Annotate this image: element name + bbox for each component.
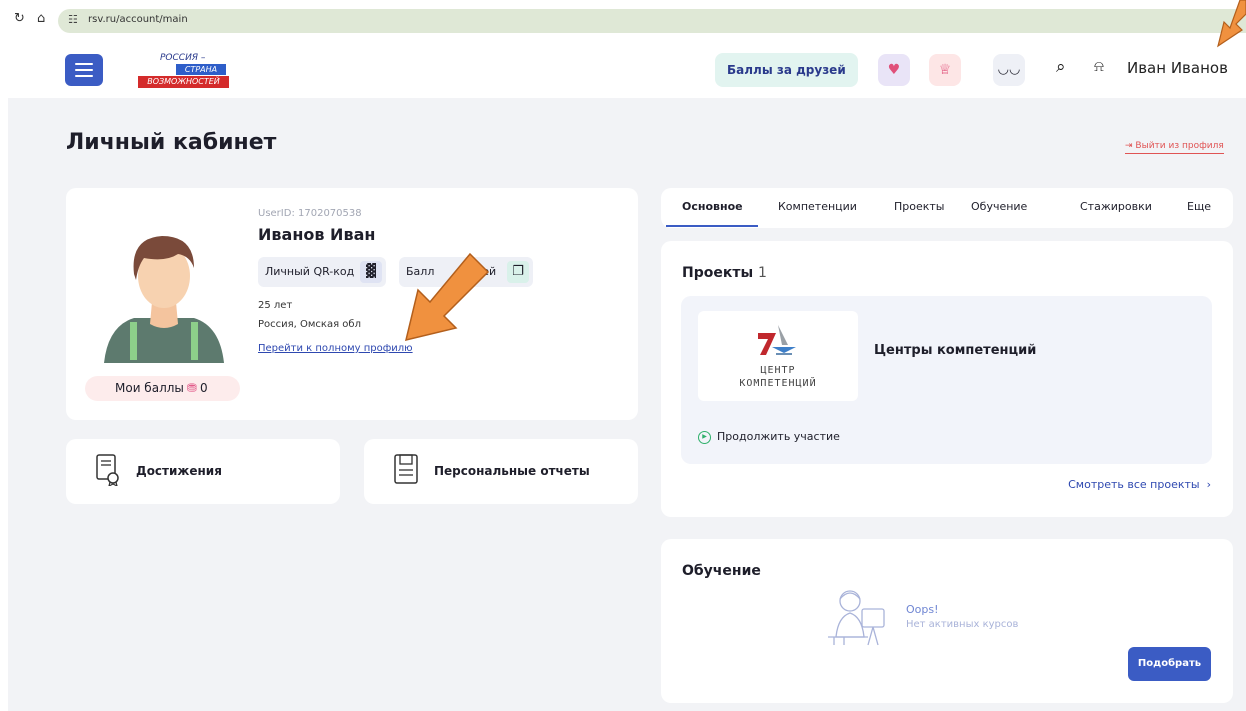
profile-name: Иванов Иван [258, 225, 376, 244]
bell-icon[interactable]: ⍾ [1094, 57, 1104, 75]
projects-heading: Проекты 1 [682, 265, 767, 281]
qr-label: Личный QR-код [265, 265, 355, 278]
personal-reports-card[interactable]: Персональные отчеты [364, 439, 638, 504]
site-settings-icon[interactable]: ☷ [68, 13, 78, 26]
play-icon: ▶ [698, 430, 711, 444]
tab-more[interactable]: Еще [1187, 200, 1211, 213]
projects-title: Проекты [682, 265, 754, 281]
active-tab-indicator [666, 225, 758, 227]
friends-points-button[interactable]: Баллы за друзей⛃ [715, 53, 858, 112]
my-points-label: Мои баллы [115, 381, 184, 395]
projects-count: 1 [758, 265, 767, 281]
continue-participation-button[interactable]: ▶ Продолжить участие [698, 430, 840, 444]
glasses-icon[interactable]: ◡◡ [993, 54, 1025, 86]
search-icon[interactable]: ⌕ [1056, 57, 1066, 77]
annotation-arrow-corner-icon [1217, 0, 1246, 48]
tab-competencies[interactable]: Компетенции [778, 200, 857, 213]
url-text[interactable]: rsv.ru/account/main [88, 14, 188, 25]
tab-education[interactable]: Обучение [971, 200, 1027, 213]
project-item[interactable]: ЦЕНТР КОМПЕТЕНЦИЙ Центры компетенций ▶ Пр… [681, 296, 1212, 464]
my-points-badge[interactable]: Мои баллы ⛃ 0 [85, 376, 240, 401]
user-id: UserID: 1702070538 [258, 208, 362, 219]
logout-link[interactable]: ⇥ Выйти из профиля [1125, 141, 1224, 154]
projects-card: Проекты 1 ЦЕНТР КОМПЕТЕНЦИЙ Центры компе… [661, 241, 1233, 517]
logout-icon: ⇥ [1125, 141, 1133, 151]
see-all-projects-link[interactable]: Смотреть все проекты › [1068, 478, 1211, 491]
project-logo-line-1: ЦЕНТР [760, 365, 796, 376]
handshake-heart-icon[interactable]: ♥ [878, 54, 910, 86]
tab-projects[interactable]: Проекты [894, 200, 945, 213]
empty-state-title: Oops! [906, 603, 939, 616]
chevron-right-icon: › [1203, 478, 1211, 491]
page-title: Личный кабинет [66, 130, 277, 155]
competence-center-logo-icon [758, 325, 796, 355]
address-bar[interactable]: ☷ rsv.ru/account/main [58, 9, 1246, 33]
empty-state-text: Нет активных курсов [906, 619, 1019, 630]
report-document-icon [394, 454, 418, 484]
site-logo[interactable]: РОССИЯ – СТРАНА ВОЗМОЖНОСТЕЙ [138, 53, 230, 89]
header-user-name[interactable]: Иван Иванов [1127, 59, 1228, 77]
home-icon[interactable]: ⌂ [37, 11, 45, 27]
reload-icon[interactable]: ↻ [14, 11, 25, 27]
profile-tabs: Основное Компетенции Проекты Обучение Ст… [661, 188, 1233, 228]
project-logo-line-2: КОМПЕТЕНЦИЙ [739, 378, 817, 389]
see-all-projects-label: Смотреть все проекты [1068, 478, 1200, 491]
achievements-card[interactable]: Достижения [66, 439, 340, 504]
personal-qr-button[interactable]: Личный QR-код ▓ [258, 257, 386, 287]
hamburger-menu-icon[interactable] [65, 54, 103, 86]
friends-points-label: Баллы за друзей [727, 63, 846, 77]
trophy-icon[interactable]: ♕ [929, 54, 961, 86]
copy-icon: ❐ [507, 261, 529, 283]
profile-card: UserID: 1702070538 Иванов Иван Личный QR… [66, 188, 638, 420]
empty-courses-illustration [828, 590, 885, 646]
site-header: РОССИЯ – СТРАНА ВОЗМОЖНОСТЕЙ Баллы за др… [0, 40, 1246, 112]
project-name[interactable]: Центры компетенций [874, 343, 1036, 358]
annotation-arrow-icon [404, 252, 490, 342]
tab-main[interactable]: Основное [682, 200, 743, 213]
tab-internships[interactable]: Стажировки [1080, 200, 1152, 213]
continue-label: Продолжить участие [717, 430, 840, 443]
browser-toolbar: ↻ ⌂ ☷ rsv.ru/account/main [0, 0, 1246, 40]
full-profile-link[interactable]: Перейти к полному профилю [258, 343, 413, 354]
education-title: Обучение [682, 563, 761, 579]
achievements-label: Достижения [136, 464, 222, 478]
project-logo: ЦЕНТР КОМПЕТЕНЦИЙ [698, 311, 858, 401]
user-age: 25 лет [258, 300, 293, 311]
coins-icon: ⛃ [186, 381, 197, 395]
logout-label: Выйти из профиля [1135, 141, 1224, 151]
achievement-certificate-icon [96, 454, 119, 486]
logo-line-3: ВОЗМОЖНОСТЕЙ [138, 76, 229, 88]
logo-line-2: СТРАНА [176, 64, 226, 75]
user-region: Россия, Омская обл [258, 319, 361, 330]
education-card: Обучение Oops! Нет активных курсов Подоб… [661, 539, 1233, 703]
avatar [104, 236, 224, 363]
my-points-value: 0 [199, 381, 208, 395]
pick-courses-button[interactable]: Подобрать [1128, 647, 1211, 681]
qr-code-icon: ▓ [360, 261, 382, 283]
logo-line-1: РОССИЯ – [160, 53, 206, 63]
personal-reports-label: Персональные отчеты [434, 464, 590, 478]
